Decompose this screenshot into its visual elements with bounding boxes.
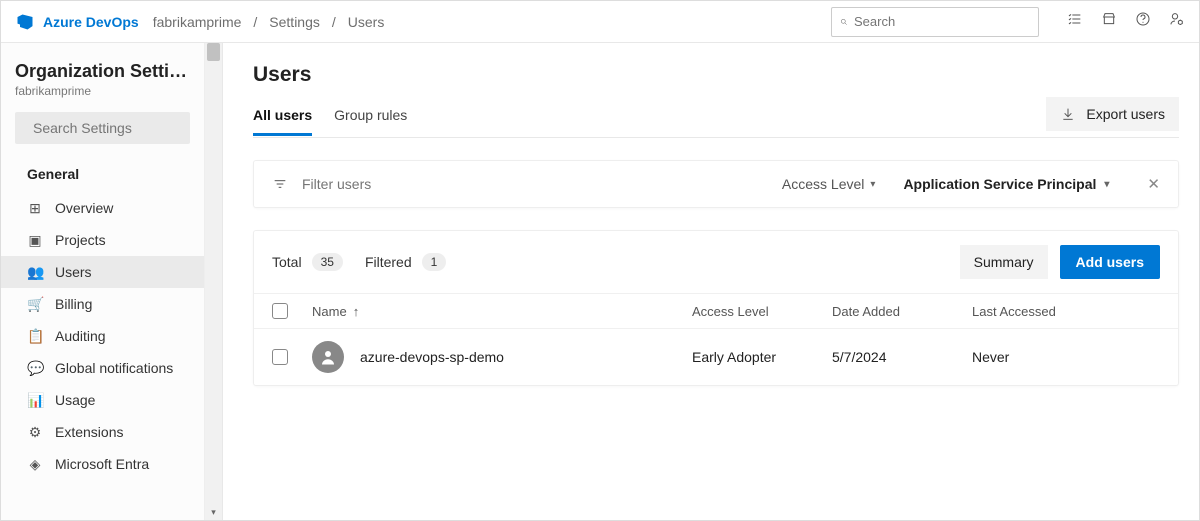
column-last-accessed[interactable]: Last Accessed — [972, 304, 1112, 319]
sidebar-item-auditing[interactable]: 📋 Auditing — [1, 320, 204, 352]
sidebar-item-label: Usage — [55, 392, 95, 408]
clear-filter-button[interactable]: ✕ — [1147, 175, 1160, 193]
filtered-count-badge: 1 — [422, 253, 447, 271]
sidebar-item-icon: 📋 — [27, 328, 43, 345]
applied-filter-dropdown[interactable]: Application Service Principal ▾ — [903, 176, 1109, 192]
page-title: Users — [253, 63, 1179, 87]
row-date-added: 5/7/2024 — [832, 349, 972, 365]
sidebar-item-users[interactable]: 👥 Users — [1, 256, 204, 288]
applied-filter-value: Application Service Principal — [903, 176, 1096, 192]
search-icon — [840, 14, 848, 30]
brand-label[interactable]: Azure DevOps — [43, 14, 139, 30]
summary-button[interactable]: Summary — [960, 245, 1048, 279]
sidebar-subtitle: fabrikamprime — [1, 84, 204, 112]
global-search[interactable] — [831, 7, 1039, 37]
tab-all-users[interactable]: All users — [253, 99, 312, 136]
row-checkbox[interactable] — [272, 349, 288, 365]
export-users-label: Export users — [1086, 106, 1165, 122]
total-count-badge: 35 — [312, 253, 343, 271]
sidebar: Organization Settin… fabrikamprime Gener… — [1, 43, 205, 520]
sidebar-item-extensions[interactable]: ⚙ Extensions — [1, 416, 204, 448]
sidebar-item-icon: ◈ — [27, 456, 43, 473]
sidebar-item-label: Projects — [55, 232, 106, 248]
scrollbar-thumb[interactable] — [207, 43, 220, 61]
table-header: Name ↑ Access Level Date Added Last Acce… — [254, 293, 1178, 329]
sidebar-search-input[interactable] — [33, 120, 214, 136]
row-name: azure-devops-sp-demo — [360, 349, 504, 365]
filtered-label: Filtered — [365, 254, 412, 270]
table-row[interactable]: azure-devops-sp-demo Early Adopter 5/7/2… — [254, 329, 1178, 385]
select-all-checkbox[interactable] — [272, 303, 288, 319]
user-settings-icon[interactable] — [1169, 11, 1185, 32]
users-table-card: Total 35 Filtered 1 Summary Add users Na… — [253, 230, 1179, 386]
row-last-accessed: Never — [972, 349, 1112, 365]
sidebar-item-microsoft-entra[interactable]: ◈ Microsoft Entra — [1, 448, 204, 480]
access-level-label: Access Level — [782, 176, 864, 192]
help-icon[interactable] — [1135, 11, 1151, 32]
add-users-button[interactable]: Add users — [1060, 245, 1160, 279]
sidebar-item-billing[interactable]: 🛒 Billing — [1, 288, 204, 320]
sidebar-item-label: Billing — [55, 296, 92, 312]
sidebar-item-icon: ⊞ — [27, 200, 43, 217]
avatar-icon — [312, 341, 344, 373]
sidebar-scrollbar[interactable]: ▾ — [205, 43, 223, 520]
sort-ascending-icon: ↑ — [353, 304, 360, 319]
filter-icon — [272, 176, 288, 192]
chevron-down-icon: ▾ — [870, 179, 875, 190]
download-icon — [1060, 106, 1076, 122]
sidebar-item-icon: 👥 — [27, 264, 43, 281]
sidebar-item-label: Microsoft Entra — [55, 456, 149, 472]
sidebar-item-label: Global notifications — [55, 360, 173, 376]
sidebar-item-icon: 📊 — [27, 392, 43, 409]
task-list-icon[interactable] — [1067, 11, 1083, 32]
export-users-button[interactable]: Export users — [1046, 97, 1179, 131]
top-bar: Azure DevOps fabrikamprime / Settings / … — [1, 1, 1199, 43]
column-name-label: Name — [312, 304, 347, 319]
sidebar-item-icon: 💬 — [27, 360, 43, 377]
top-icon-group — [1067, 11, 1185, 32]
sidebar-section-general: General — [1, 162, 204, 192]
sidebar-item-projects[interactable]: ▣ Projects — [1, 224, 204, 256]
sidebar-item-icon: ▣ — [27, 232, 43, 249]
body-container: Organization Settin… fabrikamprime Gener… — [1, 43, 1199, 520]
filter-bar: Access Level ▾ Application Service Princ… — [253, 160, 1179, 208]
sidebar-item-icon: 🛒 — [27, 296, 43, 313]
access-level-dropdown[interactable]: Access Level ▾ — [782, 176, 876, 192]
filter-input[interactable] — [302, 176, 768, 192]
breadcrumb-separator: / — [332, 14, 336, 30]
sidebar-item-label: Overview — [55, 200, 113, 216]
azure-devops-logo-icon — [15, 12, 35, 32]
sidebar-item-icon: ⚙ — [27, 424, 43, 441]
row-access-level: Early Adopter — [692, 349, 832, 365]
counts-row: Total 35 Filtered 1 Summary Add users — [254, 231, 1178, 293]
total-label: Total — [272, 254, 302, 270]
breadcrumb-settings[interactable]: Settings — [269, 14, 320, 30]
main-content: Users All usersGroup rules Export users … — [223, 43, 1199, 520]
breadcrumb-separator: / — [253, 14, 257, 30]
sidebar-item-label: Users — [55, 264, 92, 280]
scrollbar-down-arrow-icon[interactable]: ▾ — [205, 507, 222, 518]
global-search-input[interactable] — [854, 14, 1030, 29]
sidebar-search[interactable] — [15, 112, 190, 144]
column-access-level[interactable]: Access Level — [692, 304, 832, 319]
sidebar-item-label: Extensions — [55, 424, 123, 440]
sidebar-item-label: Auditing — [55, 328, 106, 344]
tabs-row: All users Group rules Export users — [253, 97, 1179, 138]
tab-group-rules[interactable]: Group rules — [334, 99, 407, 135]
breadcrumb-org[interactable]: fabrikamprime — [153, 14, 242, 30]
breadcrumb-users[interactable]: Users — [348, 14, 385, 30]
sidebar-item-overview[interactable]: ⊞ Overview — [1, 192, 204, 224]
column-name[interactable]: Name ↑ — [312, 304, 692, 319]
column-date-added[interactable]: Date Added — [832, 304, 972, 319]
sidebar-item-usage[interactable]: 📊 Usage — [1, 384, 204, 416]
marketplace-icon[interactable] — [1101, 11, 1117, 32]
chevron-down-icon: ▾ — [1104, 179, 1109, 190]
sidebar-title: Organization Settin… — [1, 61, 204, 84]
sidebar-item-global-notifications[interactable]: 💬 Global notifications — [1, 352, 204, 384]
